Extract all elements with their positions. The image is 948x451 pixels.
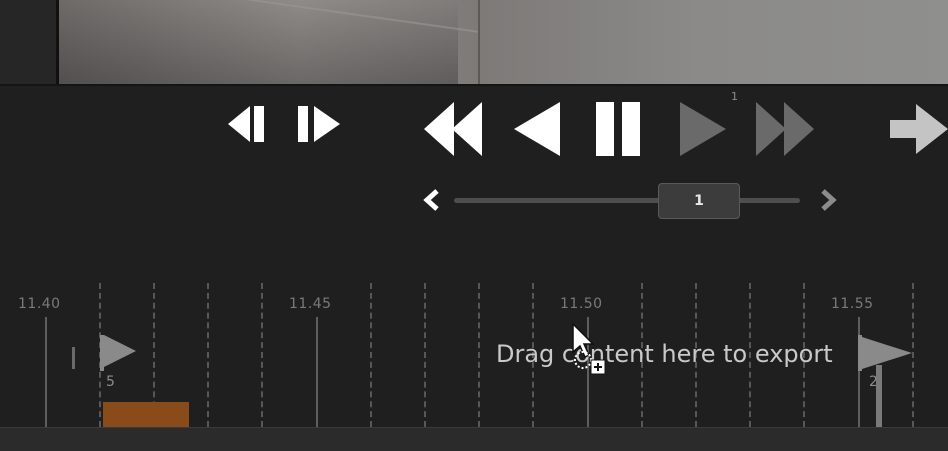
pause-icon xyxy=(596,102,640,156)
pause-button[interactable] xyxy=(596,102,644,156)
play-reverse-icon xyxy=(514,102,560,156)
bookmark-count: 5 xyxy=(106,374,115,390)
speed-increase-button[interactable] xyxy=(816,188,840,212)
speed-indicator: 1 xyxy=(731,90,738,103)
timeline-major-tick xyxy=(858,317,860,427)
speed-slider[interactable]: 1 xyxy=(420,182,840,219)
video-detail xyxy=(478,0,480,84)
timeline-major-tick xyxy=(45,317,47,427)
chevron-left-icon xyxy=(423,189,439,211)
timeline-major-tick xyxy=(316,317,318,427)
frame-step-forward-button[interactable] xyxy=(296,104,344,144)
flag-icon xyxy=(100,335,136,371)
export-button[interactable] xyxy=(890,104,948,154)
bottom-bar xyxy=(0,427,948,451)
chevron-right-icon xyxy=(821,189,837,211)
timeline-minor-tick xyxy=(261,283,263,427)
time-label: 11.45 xyxy=(289,296,332,312)
time-label: 11.40 xyxy=(18,296,61,312)
rewind-icon xyxy=(424,102,482,156)
time-label: 11.50 xyxy=(560,296,603,312)
rewind-button[interactable] xyxy=(424,102,486,156)
arrow-right-icon xyxy=(890,104,948,154)
frame-step-forward-icon xyxy=(298,106,340,142)
bookmark-flag-left[interactable] xyxy=(100,335,140,371)
bookmark-flag-right[interactable] xyxy=(858,335,916,371)
cursor-arrow-icon xyxy=(572,322,606,375)
timeline-minor-tick xyxy=(207,283,209,427)
play-reverse-button[interactable] xyxy=(514,102,562,156)
timeline-minor-tick xyxy=(478,283,480,427)
speed-slider-track[interactable] xyxy=(454,198,800,203)
export-drop-hint: Drag content here to export xyxy=(496,340,833,368)
video-frame-border xyxy=(0,0,59,84)
video-viewport xyxy=(0,0,948,86)
fast-forward-button[interactable] xyxy=(756,102,818,156)
timeline-marker-line xyxy=(72,347,75,369)
timeline-minor-tick xyxy=(370,283,372,427)
frame-step-back-button[interactable] xyxy=(228,104,276,144)
fast-forward-icon xyxy=(756,102,814,156)
mouse-cursor xyxy=(571,322,611,386)
timeline-marker-line xyxy=(876,365,882,427)
speed-slider-handle[interactable]: 1 xyxy=(658,183,740,219)
frame-step-back-icon xyxy=(228,106,264,142)
video-shade xyxy=(58,0,458,84)
play-icon xyxy=(680,102,726,156)
flag-icon xyxy=(858,335,912,371)
time-label: 11.55 xyxy=(831,296,874,312)
timeline-minor-tick xyxy=(424,283,426,427)
speed-decrease-button[interactable] xyxy=(420,188,444,212)
play-button[interactable] xyxy=(680,102,728,156)
recording-segment[interactable] xyxy=(103,402,189,427)
